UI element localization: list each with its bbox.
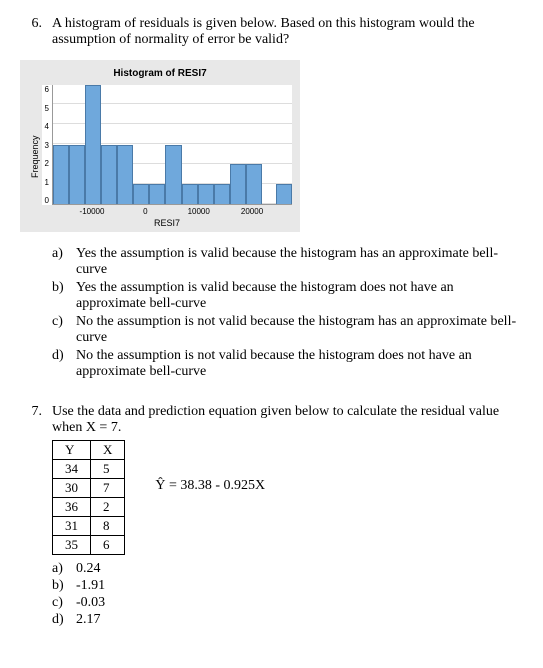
chart-ylabel: Frequency	[28, 85, 42, 228]
chart-bar	[214, 184, 230, 204]
table-row: 356	[53, 536, 125, 555]
option-7a: a) 0.24	[52, 561, 523, 577]
chart-bar	[53, 145, 69, 205]
histogram-chart: Histogram of RESI7 Frequency 6 5 4 3 2 1…	[20, 60, 300, 232]
option-6a: a) Yes the assumption is valid because t…	[52, 246, 523, 278]
chart-bar	[182, 184, 198, 204]
chart-yticks: 6 5 4 3 2 1 0	[42, 85, 52, 205]
option-6c: c) No the assumption is not valid becaus…	[52, 314, 523, 346]
option-7c: c) -0.03	[52, 595, 523, 611]
table-row: 345	[53, 460, 125, 479]
prediction-equation: Ŷ = 38.38 - 0.925X	[155, 436, 265, 494]
question-7-options: a) 0.24 b) -1.91 c) -0.03 d) 2.17	[52, 561, 523, 628]
table-head-y: Y	[53, 441, 91, 460]
question-7-text: Use the data and prediction equation giv…	[52, 404, 523, 436]
chart-bar	[117, 145, 133, 205]
chart-bar	[69, 145, 85, 205]
chart-bar	[165, 145, 181, 205]
chart-bar	[133, 184, 149, 204]
chart-bar	[101, 145, 117, 205]
table-row: 362	[53, 498, 125, 517]
chart-title: Histogram of RESI7	[28, 68, 292, 79]
option-6d: d) No the assumption is not valid becaus…	[52, 348, 523, 380]
question-6-options: a) Yes the assumption is valid because t…	[52, 246, 523, 380]
question-7-number: 7.	[20, 404, 42, 420]
chart-bar	[149, 184, 165, 204]
chart-xticks: -10000 0 10000 20000	[52, 207, 292, 216]
chart-bar	[198, 184, 214, 204]
table-head-x: X	[91, 441, 125, 460]
table-row: 318	[53, 517, 125, 536]
option-7d: d) 2.17	[52, 612, 523, 628]
option-7b: b) -1.91	[52, 578, 523, 594]
question-6: 6. A histogram of residuals is given bel…	[20, 16, 523, 380]
chart-bars	[53, 85, 292, 204]
chart-bar	[246, 164, 262, 204]
option-6b: b) Yes the assumption is valid because t…	[52, 280, 523, 312]
chart-bar	[85, 85, 101, 204]
question-6-number: 6.	[20, 16, 42, 32]
chart-xlabel: RESI7	[42, 218, 292, 228]
table-row: 307	[53, 479, 125, 498]
question-6-text: A histogram of residuals is given below.…	[52, 16, 523, 48]
chart-bar	[276, 184, 292, 204]
question-7: 7. Use the data and prediction equation …	[20, 404, 523, 628]
data-table: Y X 345 307 362 318 356	[52, 440, 125, 555]
chart-bar	[230, 164, 246, 204]
